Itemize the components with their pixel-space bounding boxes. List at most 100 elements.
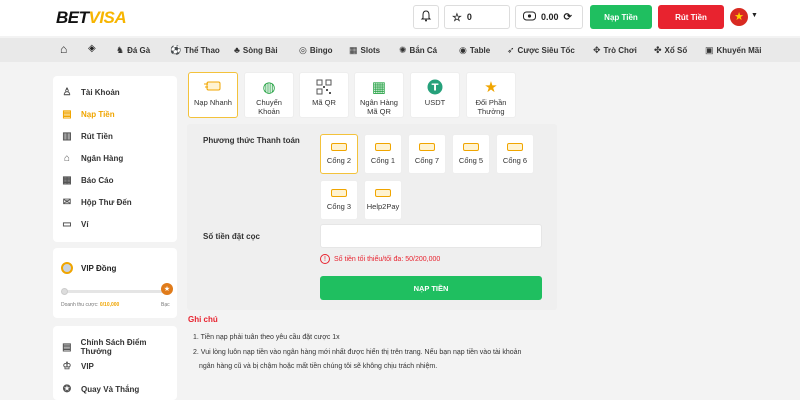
nav-item-slots[interactable]: ▦ Slots (349, 45, 380, 56)
nav-item-casino[interactable]: ♣ Sòng Bài (234, 45, 278, 55)
error-icon: ! (320, 254, 330, 264)
vietnam-flag-icon[interactable]: ★ (730, 8, 748, 26)
gate-option[interactable]: Help2Pay (364, 180, 402, 220)
deposit-form-panel: Phương thức Thanh toán Cổng 2 Cổng 1 Cổn… (187, 124, 557, 310)
sidebar-item-wallet[interactable]: ▭ Ví (61, 219, 89, 230)
notes-title: Ghi chú (188, 315, 218, 324)
gate-option[interactable]: Cổng 7 (408, 134, 446, 174)
fish-icon: ✺ (399, 45, 407, 55)
amount-input[interactable] (320, 224, 542, 248)
nav-label: Bắn Cá (409, 46, 438, 55)
method-label: Ngân Hàng Mã QR (360, 98, 398, 116)
nav-item-cockfight[interactable]: ♞ Đá Gà (116, 45, 150, 56)
flag-star: ★ (734, 10, 744, 23)
wallet-icon: ▭ (62, 219, 72, 230)
slot-machine-icon: ▦ (349, 45, 358, 55)
points-value: 0 (466, 12, 472, 22)
card-icon (331, 189, 347, 197)
home-icon[interactable]: ⌂ (60, 42, 67, 56)
nav-item-sports[interactable]: ⚽ Thể Thao (170, 45, 220, 56)
gate-label: Help2Pay (366, 202, 400, 211)
mail-icon: ✉ (62, 197, 72, 208)
nav-label: Slots (360, 46, 381, 55)
gate-option[interactable]: Cổng 2 (320, 134, 358, 174)
gift-icon: ▣ (705, 45, 714, 55)
bank-icon: ⌂ (63, 153, 71, 164)
sidebar-item-report[interactable]: ▦ Báo Cáo (61, 175, 113, 186)
vip-level-label: VIP Đồng (81, 263, 117, 273)
sidebar-item-label: VIP (81, 362, 94, 371)
points-button[interactable]: ☆ 0 (444, 5, 510, 29)
vip-progress-card: VIP Đồng ★ Doanh thu cược: 0/10,000 Bạc (53, 248, 177, 318)
promo-diamond-icon[interactable]: ◈ (88, 43, 96, 54)
sidebar-item-label: Báo Cáo (81, 176, 114, 185)
nav-item-table[interactable]: ◉ Table (459, 45, 490, 56)
sidebar-more-menu: ▤ Chính Sách Điểm Thưởng ♔ VIP ✪ Quay Và Th… (53, 326, 177, 400)
method-bank-transfer[interactable]: ◍ Chuyển Khoản (244, 72, 294, 118)
nav-label: Table (469, 46, 491, 55)
nav-item-games[interactable]: ✥ Trò Chơi (593, 45, 637, 56)
bell-icon (420, 10, 432, 24)
gate-label: Cổng 1 (370, 156, 396, 165)
method-qr-code[interactable]: Mã QR (299, 72, 349, 118)
casino-chip-icon: ♣ (234, 45, 240, 55)
sidebar-item-vip[interactable]: ♔ VIP (61, 361, 94, 372)
gate-label: Cổng 6 (502, 156, 528, 165)
nav-label: Khuyến Mãi (716, 46, 762, 55)
vip-turnover: Doanh thu cược: 0/10,000 (61, 302, 119, 308)
sidebar-item-inbox[interactable]: ✉ Hộp Thư Đến (61, 197, 132, 208)
sidebar-item-deposit[interactable]: ▤ Nạp Tiền (61, 109, 114, 120)
submit-deposit-button[interactable]: NẠP TIỀN (320, 276, 542, 300)
nav-item-bingo[interactable]: ◎ Bingo (299, 45, 333, 56)
star-icon: ★ (484, 79, 498, 96)
main-nav: ⌂ ◈ ♞ Đá Gà ⚽ Thể Thao ♣ Sòng Bài ◎ Bingo ▦ S… (0, 38, 800, 62)
sidebar-item-account[interactable]: ♙ Tài Khoản (61, 87, 120, 98)
sidebar-item-label: Ví (81, 220, 89, 229)
sidebar-item-reward-policy[interactable]: ▤ Chính Sách Điểm Thưởng (61, 338, 177, 356)
sidebar-item-label: Hộp Thư Đến (81, 198, 132, 207)
chevron-down-icon[interactable]: ▼ (751, 12, 758, 19)
spin-icon: ✪ (62, 384, 72, 395)
method-bank-qr[interactable]: ▦ Ngân Hàng Mã QR (354, 72, 404, 118)
nav-label: Cược Siêu Tốc (517, 46, 575, 55)
payment-method-label: Phương thức Thanh toán (203, 136, 300, 145)
method-usdt[interactable]: T USDT (410, 72, 460, 118)
nav-item-fast-bet[interactable]: ➶ Cược Siêu Tốc (507, 45, 575, 56)
deposit-icon: ▤ (62, 109, 72, 120)
globe-icon: ◍ (262, 79, 276, 96)
gate-option[interactable]: Cổng 5 (452, 134, 490, 174)
gate-option[interactable]: Cổng 1 (364, 134, 402, 174)
balance-button[interactable]: 0.00 ⟳ (515, 5, 583, 29)
sidebar-item-label: Tài Khoản (81, 88, 120, 97)
method-quick-deposit[interactable]: Nạp Nhanh (188, 72, 238, 118)
gate-option[interactable]: Cổng 3 (320, 180, 358, 220)
crown-icon: ♔ (62, 361, 72, 372)
withdraw-button[interactable]: Rút Tiền (658, 5, 724, 29)
vip-next-level: Bạc (161, 302, 170, 308)
refresh-icon[interactable]: ⟳ (564, 12, 572, 23)
nav-item-lottery[interactable]: ✤ Xổ Số (654, 45, 687, 56)
svg-text:T: T (432, 83, 439, 94)
card-icon (507, 143, 523, 151)
deposit-button[interactable]: Nạp Tiền (590, 5, 652, 29)
user-icon: ♙ (62, 87, 72, 98)
lottery-icon: ✤ (654, 45, 662, 55)
vip-badge-icon (61, 262, 73, 274)
sidebar-item-withdraw[interactable]: ▥ Rút Tiền (61, 131, 113, 142)
vip-turnover-label: Doanh thu cược: (61, 302, 99, 308)
notification-button[interactable] (413, 5, 439, 29)
gate-option[interactable]: Cổng 6 (496, 134, 534, 174)
logo[interactable]: BETVISA (56, 8, 127, 28)
nav-label: Sòng Bài (242, 45, 278, 55)
method-redeem-reward[interactable]: ★ Đổi Phần Thưởng (466, 72, 516, 118)
sidebar-item-spin-win[interactable]: ✪ Quay Và Thắng (61, 384, 139, 395)
nav-label: Bingo (309, 46, 333, 55)
report-icon: ▦ (62, 175, 72, 186)
note-line: 1. Tiền nạp phải tuân theo yêu cầu đặt c… (193, 334, 340, 341)
balance-value: 0.00 (541, 12, 559, 22)
card-icon (419, 143, 435, 151)
nav-item-promotions[interactable]: ▣ Khuyến Mãi (705, 45, 761, 56)
sidebar-item-bank[interactable]: ⌂ Ngân Hàng (61, 153, 123, 164)
nav-item-fishing[interactable]: ✺ Bắn Cá (399, 45, 437, 56)
amount-error: ! Số tiền tối thiểu/tối đa: 50/200,000 (320, 254, 440, 264)
